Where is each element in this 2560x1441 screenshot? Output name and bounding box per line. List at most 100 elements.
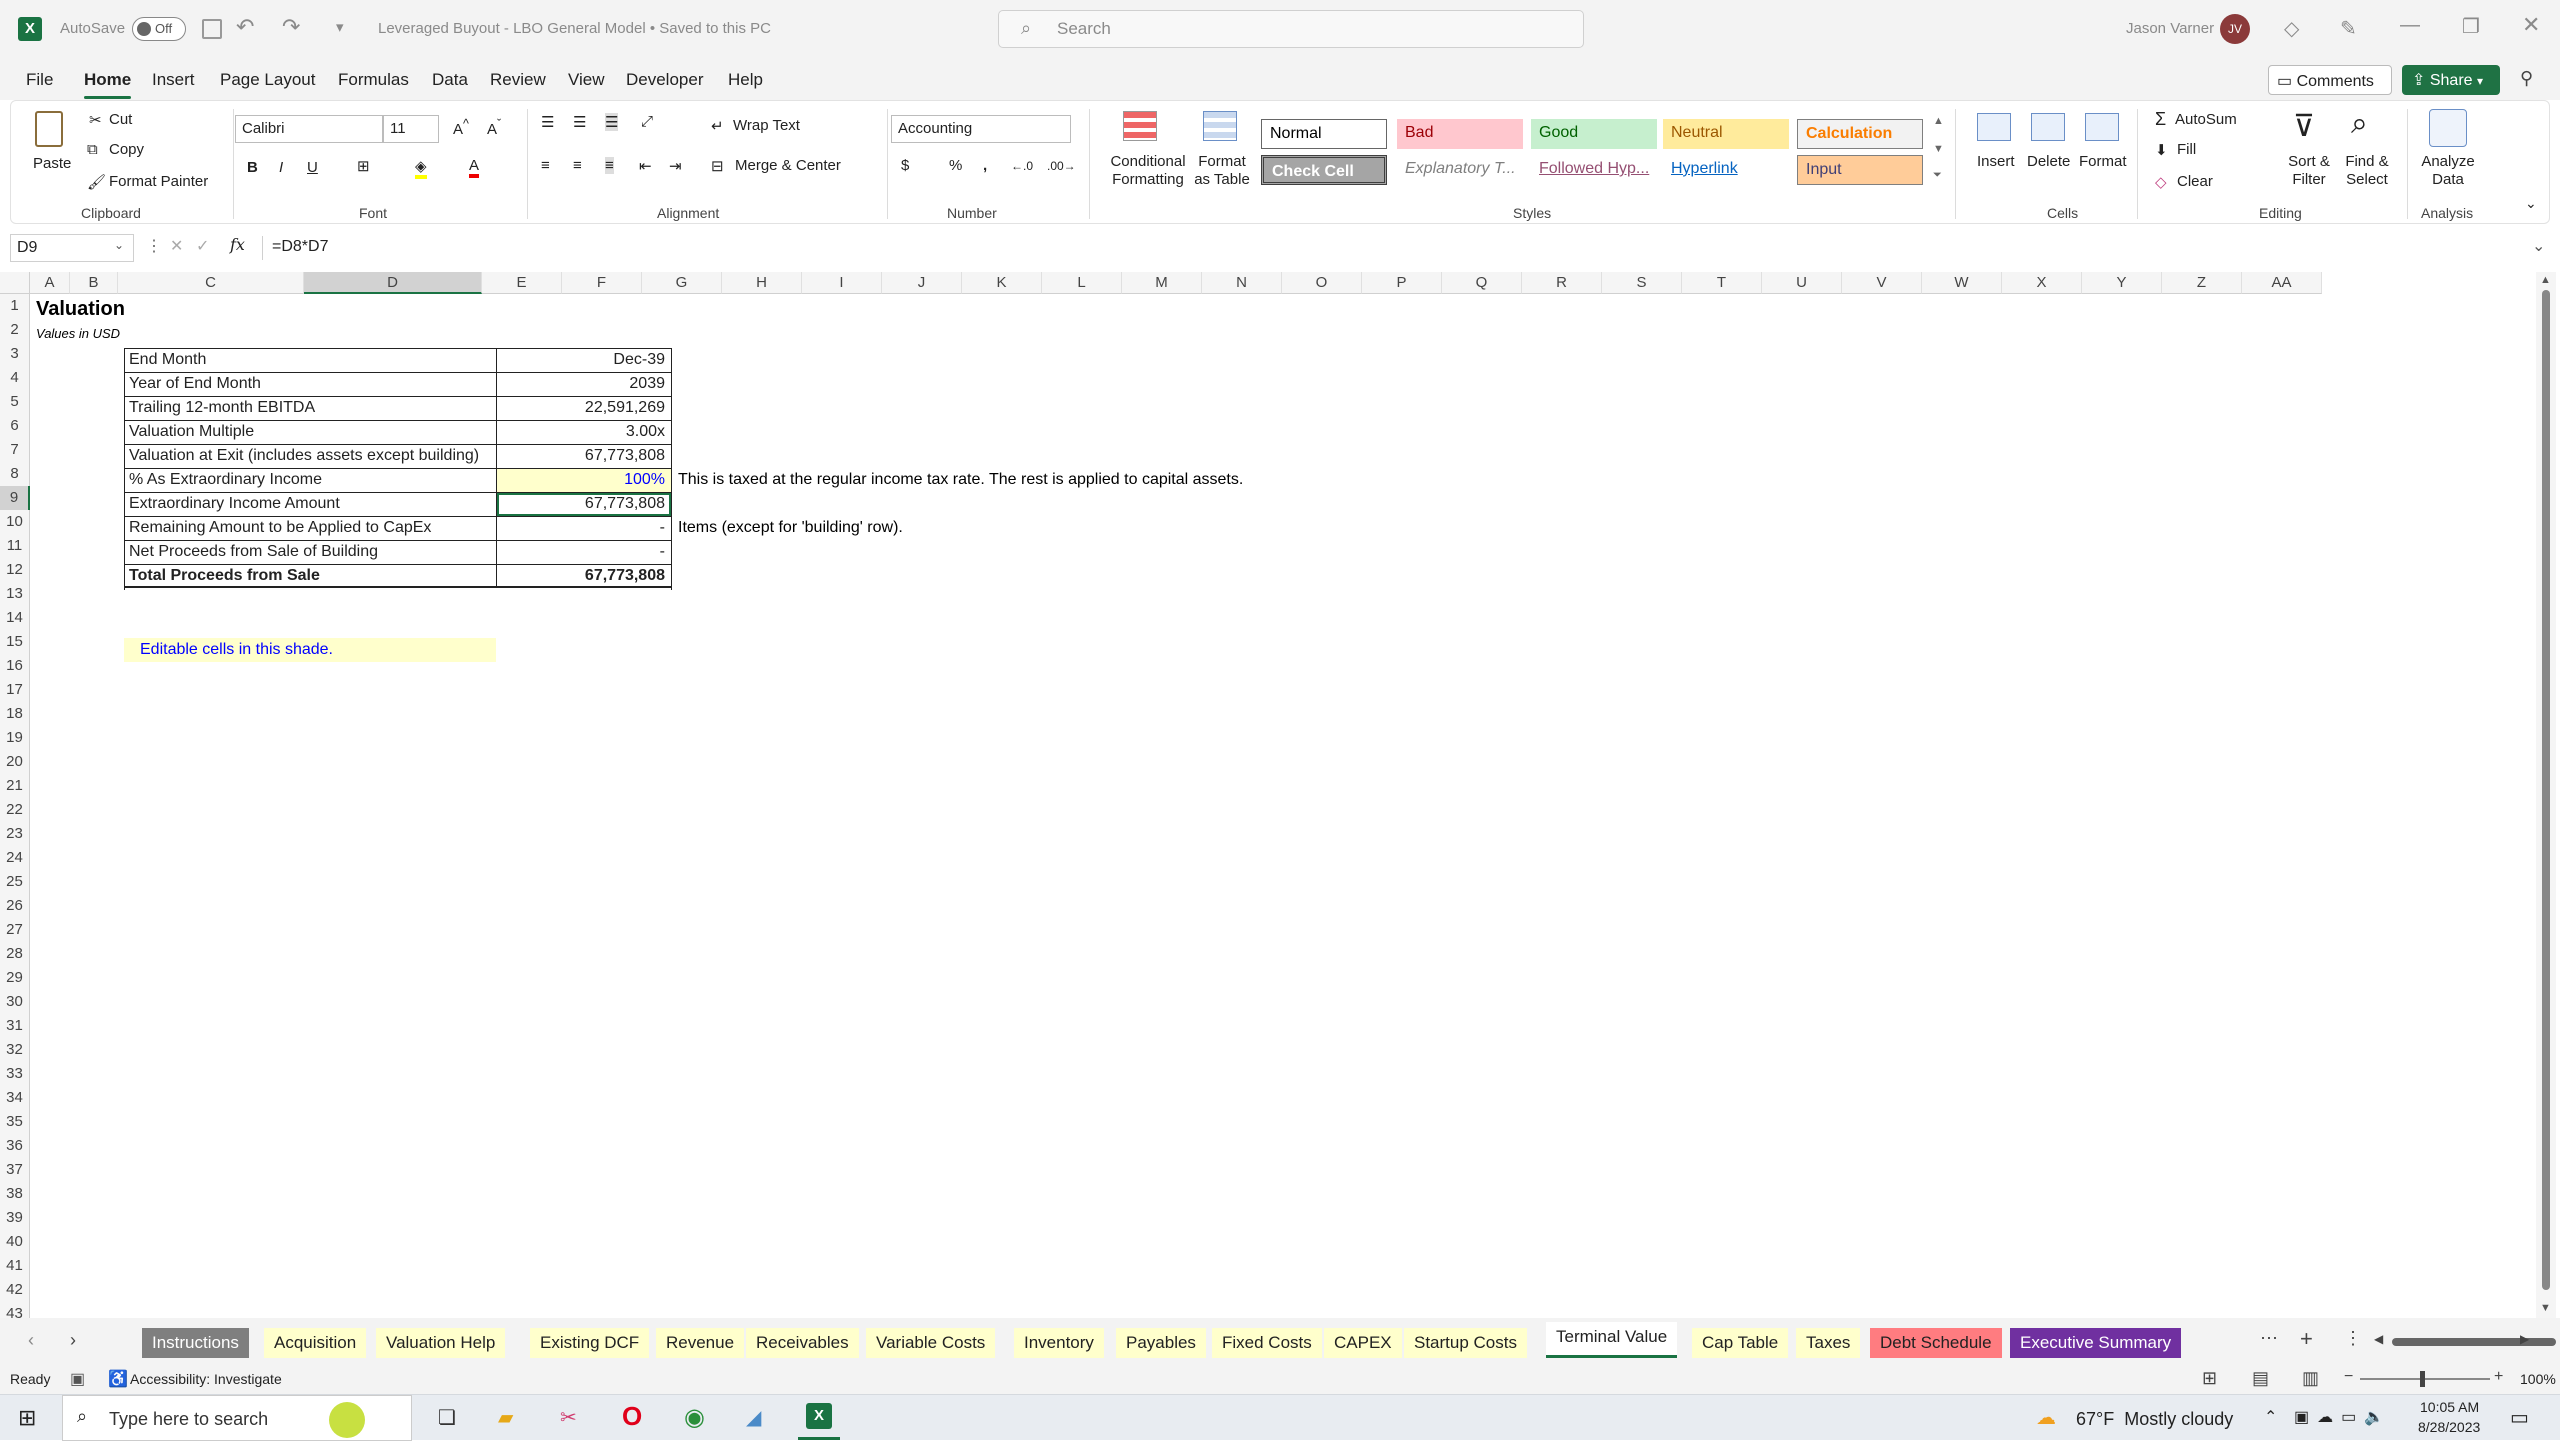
sheet-tab[interactable]: Inventory [1014,1328,1104,1358]
sheet-tab[interactable]: Cap Table [1692,1328,1789,1358]
row-label[interactable]: Year of End Month [125,373,497,396]
row-header[interactable]: 19 [0,726,30,750]
insert-cells-button[interactable]: Insert [1977,153,2015,170]
pen-icon[interactable]: ✎ [2340,16,2357,41]
horizontal-scroll-thumb[interactable] [2392,1338,2556,1346]
row-header[interactable]: 11 [0,534,30,558]
row-header[interactable]: 15 [0,630,30,654]
accessibility-status[interactable]: Accessibility: Investigate [130,1371,282,1387]
analyze-data-icon[interactable] [2429,109,2467,147]
tab-file[interactable]: File [26,70,53,90]
column-header[interactable]: X [2002,272,2082,294]
row-header[interactable]: 10 [0,510,30,534]
row-header[interactable]: 24 [0,846,30,870]
row-header[interactable]: 33 [0,1062,30,1086]
sheet-tab[interactable]: Executive Summary [2010,1328,2182,1358]
row-header[interactable]: 2 [0,318,30,342]
column-header[interactable]: Q [1442,272,1522,294]
note-row8[interactable]: This is taxed at the regular income tax … [678,468,1243,492]
merge-center-button[interactable]: Merge & Center [735,157,841,174]
opera-icon[interactable]: O [622,1401,642,1432]
row-header[interactable]: 17 [0,678,30,702]
column-header[interactable]: AA [2242,272,2322,294]
windows-start-icon[interactable]: ⊞ [18,1405,36,1431]
taskbar-search[interactable]: ⌕ Type here to search [62,1395,412,1441]
insert-function-icon[interactable]: fx [230,235,245,254]
column-header[interactable]: L [1042,272,1122,294]
percent-icon[interactable]: % [949,157,962,174]
row-header[interactable]: 4 [0,366,30,390]
editable-note-cell[interactable]: Editable cells in this shade. [124,638,496,662]
decrease-decimal-icon[interactable]: .00→ [1047,159,1076,173]
insert-cells-icon[interactable] [1977,113,2011,141]
column-header[interactable]: I [802,272,882,294]
sheet-tab[interactable]: Variable Costs [866,1328,996,1358]
wrap-text-button[interactable]: Wrap Text [733,117,800,134]
macro-icon[interactable]: ▣ [70,1369,85,1389]
paste-button[interactable]: Paste [33,155,71,172]
column-header[interactable]: F [562,272,642,294]
row-label[interactable]: Net Proceeds from Sale of Building [125,541,497,564]
row-header[interactable]: 5 [0,390,30,414]
row-value[interactable]: 67,773,808 [497,493,671,516]
tab-home[interactable]: Home [84,70,132,99]
row-header[interactable]: 31 [0,1014,30,1038]
row-header[interactable]: 14 [0,606,30,630]
delete-cells-button[interactable]: Delete [2027,153,2070,170]
scroll-down-icon[interactable]: ▼ [2540,1302,2551,1314]
column-header[interactable]: K [962,272,1042,294]
notifications-icon[interactable]: ▭ [2510,1405,2529,1430]
format-as-table-icon[interactable] [1203,111,1237,141]
style-input[interactable]: Input [1797,155,1923,185]
style-normal[interactable]: Normal [1261,119,1387,149]
row-header[interactable]: 13 [0,582,30,606]
column-header[interactable]: N [1202,272,1282,294]
row-header[interactable]: 37 [0,1158,30,1182]
page-layout-view-icon[interactable]: ▤ [2252,1368,2269,1389]
italic-icon[interactable]: I [279,159,283,176]
row-value[interactable]: 100% [497,469,671,492]
increase-font-icon[interactable]: A^ [453,117,469,138]
decrease-indent-icon[interactable]: ⇤ [639,157,652,175]
hscroll-right-icon[interactable]: ▶ [2520,1332,2529,1346]
column-header[interactable]: A [30,272,70,294]
tab-scroll-left-icon[interactable]: ‹ [28,1330,34,1351]
underline-icon[interactable]: U [307,159,318,176]
sheet-tab[interactable]: Acquisition [264,1328,367,1358]
tab-review[interactable]: Review [490,70,546,90]
tab-formulas[interactable]: Formulas [338,70,409,90]
zoom-level[interactable]: 100% [2520,1371,2556,1387]
column-header[interactable]: V [1842,272,1922,294]
close-icon[interactable]: ✕ [2522,12,2540,38]
sheet-tab[interactable]: CAPEX [1324,1328,1402,1358]
row-value[interactable]: Dec-39 [497,349,671,372]
row-header[interactable]: 26 [0,894,30,918]
style-check-cell[interactable]: Check Cell [1261,155,1387,185]
clear-button[interactable]: Clear [2177,173,2213,190]
row-label[interactable]: Valuation at Exit (includes assets excep… [125,445,497,468]
style-bad[interactable]: Bad [1397,119,1523,149]
zoom-in-icon[interactable]: + [2494,1368,2503,1386]
tray-icons[interactable]: ▣☁▭🔈 [2294,1407,2392,1427]
conditional-formatting-icon[interactable] [1123,111,1157,141]
zoom-out-icon[interactable]: − [2344,1368,2353,1386]
clock-time[interactable]: 10:05 AM [2420,1399,2479,1415]
row-header[interactable]: 36 [0,1134,30,1158]
style-good[interactable]: Good [1531,119,1657,149]
row-header[interactable]: 8 [0,462,30,486]
row-header[interactable]: 22 [0,798,30,822]
fill-color-icon[interactable]: ◈ [415,157,427,179]
sheet-subtitle[interactable]: Values in USD [36,322,120,346]
cut-button[interactable]: Cut [109,111,132,128]
increase-indent-icon[interactable]: ⇥ [669,157,682,175]
scroll-thumb[interactable] [2542,290,2550,1290]
enter-icon[interactable]: ✓ [196,236,209,256]
note-row10[interactable]: Items (except for 'building' row). [678,516,903,540]
document-title[interactable]: Leveraged Buyout - LBO General Model • S… [378,20,771,37]
row-header[interactable]: 30 [0,990,30,1014]
row-header[interactable]: 9 [0,486,30,510]
delete-cells-icon[interactable] [2031,113,2065,141]
row-header[interactable]: 6 [0,414,30,438]
row-value[interactable]: 22,591,269 [497,397,671,420]
tab-developer[interactable]: Developer [626,70,704,90]
